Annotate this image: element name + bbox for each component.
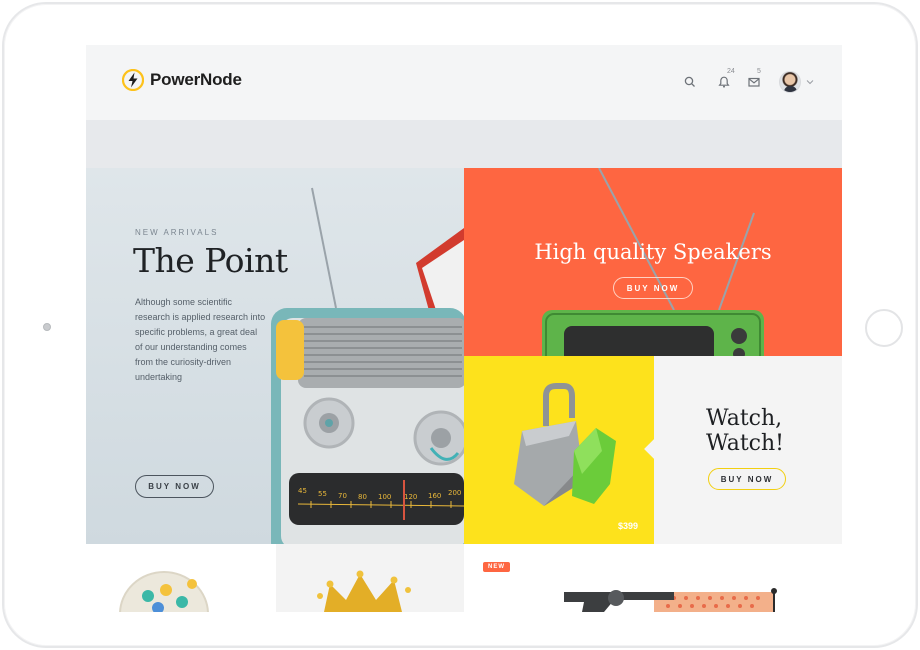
svg-text:45: 45 xyxy=(298,487,307,495)
top-bar: PowerNode 24 5 xyxy=(86,45,842,120)
svg-text:55: 55 xyxy=(318,490,327,498)
notifications-button[interactable]: 24 xyxy=(717,68,735,89)
revolver-illustration xyxy=(564,588,777,612)
svg-text:160: 160 xyxy=(428,492,441,500)
svg-text:80: 80 xyxy=(358,493,367,501)
speakers-buy-now-button[interactable]: BUY NOW xyxy=(613,277,693,299)
plate-illustration xyxy=(119,571,209,612)
watch-price: $399 xyxy=(617,521,638,531)
svg-text:120: 120 xyxy=(404,493,417,501)
home-button[interactable] xyxy=(865,309,903,347)
product-tile-plate[interactable] xyxy=(86,544,276,612)
chevron-down-icon[interactable] xyxy=(806,78,814,86)
hero-title: The Point xyxy=(133,241,288,280)
brand-name: PowerNode xyxy=(150,70,242,89)
messages-button[interactable]: 5 xyxy=(747,68,761,89)
sub-band xyxy=(86,120,842,168)
watch-illustration xyxy=(514,383,616,506)
hero-buy-now-button[interactable]: BUY NOW xyxy=(135,475,214,498)
product-tile-revolver[interactable]: NEW xyxy=(464,544,842,612)
watch-banner: Watch, Watch! BUY NOW xyxy=(644,356,842,544)
search-icon[interactable] xyxy=(683,75,697,89)
hero-banner: 45 55 70 80 100 120 160 200 NEW ARRIVALS The … xyxy=(86,168,464,544)
messages-badge: 5 xyxy=(757,68,761,75)
svg-text:200: 200 xyxy=(448,489,461,497)
screen: PowerNode 24 5 45 55 70 80 100 120 160 2… xyxy=(86,45,842,612)
mail-icon xyxy=(748,77,760,87)
watch-product-image: $399 xyxy=(464,356,654,544)
logo[interactable]: PowerNode xyxy=(122,69,242,91)
watch-title: Watch, Watch! xyxy=(706,406,784,456)
watch-buy-now-button[interactable]: BUY NOW xyxy=(708,468,786,490)
header-actions: 24 5 xyxy=(667,68,814,93)
crown-illustration xyxy=(317,570,411,612)
hero-eyebrow: NEW ARRIVALS xyxy=(135,228,219,237)
product-tile-crown[interactable] xyxy=(276,544,464,612)
svg-text:70: 70 xyxy=(338,492,347,500)
notifications-badge: 24 xyxy=(727,68,735,75)
speakers-banner: High quality Speakers BUY NOW xyxy=(464,168,842,356)
user-avatar[interactable] xyxy=(779,71,801,93)
camera xyxy=(43,323,51,331)
new-badge: NEW xyxy=(483,562,510,572)
hero-description: Although some scientific research is app… xyxy=(135,297,266,382)
bell-icon xyxy=(718,76,730,88)
lightning-logo-icon xyxy=(122,69,144,91)
speakers-title: High quality Speakers xyxy=(534,240,772,264)
tablet-frame: PowerNode 24 5 45 55 70 80 100 120 160 2… xyxy=(2,2,918,648)
svg-text:100: 100 xyxy=(378,493,391,501)
